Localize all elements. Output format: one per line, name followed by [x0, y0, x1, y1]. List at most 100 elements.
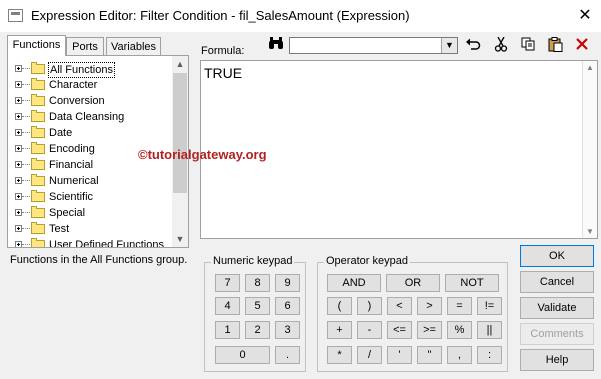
expand-icon[interactable]	[15, 177, 22, 184]
function-group-description: Functions in the All Functions group.	[10, 254, 188, 266]
key-not[interactable]: NOT	[445, 274, 499, 292]
tree-item-user-defined-functions[interactable]: User Defined Functions	[8, 237, 174, 248]
tree-item-label: Financial	[49, 159, 94, 171]
cancel-button[interactable]: Cancel	[520, 271, 594, 293]
key-4[interactable]: 4	[215, 297, 240, 315]
expand-icon[interactable]	[15, 129, 22, 136]
tab-functions[interactable]: Functions	[7, 35, 66, 56]
comments-button[interactable]: Comments	[520, 323, 594, 345]
chevron-down-icon[interactable]: ▼	[441, 38, 457, 53]
ok-button[interactable]: OK	[520, 245, 594, 267]
scroll-up-icon[interactable]: ▲	[583, 63, 597, 72]
tree-item-numerical[interactable]: Numerical	[8, 173, 174, 189]
key-divide[interactable]: /	[357, 346, 382, 364]
window-title: Expression Editor: Filter Condition - fi…	[31, 8, 410, 23]
key-decimal[interactable]: .	[275, 346, 300, 364]
key-colon[interactable]: :	[477, 346, 502, 364]
tree-item-label: User Defined Functions	[49, 239, 164, 248]
scrollbar-thumb[interactable]	[173, 73, 187, 193]
search-combo[interactable]: ▼	[289, 37, 458, 54]
folder-icon	[31, 78, 45, 90]
key-greater-equal[interactable]: >=	[417, 321, 442, 339]
expand-icon[interactable]	[15, 145, 22, 152]
formula-text[interactable]: TRUE	[204, 65, 242, 81]
key-and[interactable]: AND	[327, 274, 381, 292]
tree-item-label: Encoding	[49, 143, 95, 155]
scroll-down-icon[interactable]: ▼	[172, 231, 188, 247]
expand-icon[interactable]	[15, 113, 22, 120]
key-not-equals[interactable]: !=	[477, 297, 502, 315]
key-8[interactable]: 8	[245, 274, 270, 292]
tree-item-scientific[interactable]: Scientific	[8, 189, 174, 205]
key-double-quote[interactable]: "	[417, 346, 442, 364]
tree-item-test[interactable]: Test	[8, 221, 174, 237]
key-greater-than[interactable]: >	[417, 297, 442, 315]
key-less-than[interactable]: <	[387, 297, 412, 315]
folder-icon	[31, 142, 45, 154]
tree-item-data-cleansing[interactable]: Data Cleansing	[8, 109, 174, 125]
folder-icon	[31, 62, 45, 74]
key-less-equal[interactable]: <=	[387, 321, 412, 339]
key-or[interactable]: OR	[386, 274, 440, 292]
key-1[interactable]: 1	[215, 321, 240, 339]
expand-icon[interactable]	[15, 225, 22, 232]
delete-icon[interactable]	[572, 37, 592, 55]
scroll-up-icon[interactable]: ▲	[172, 56, 188, 72]
expand-icon[interactable]	[15, 161, 22, 168]
help-button[interactable]: Help	[520, 349, 594, 371]
copy-icon[interactable]	[518, 37, 538, 55]
expand-icon[interactable]	[15, 97, 22, 104]
key-concat[interactable]: ||	[477, 321, 502, 339]
operator-keypad-label: Operator keypad	[324, 255, 410, 267]
key-open-paren[interactable]: (	[327, 297, 352, 315]
tree-item-conversion[interactable]: Conversion	[8, 93, 174, 109]
tab-variables[interactable]: Variables	[106, 37, 161, 55]
watermark: ©tutorialgateway.org	[138, 147, 267, 162]
numeric-keypad-label: Numeric keypad	[211, 255, 295, 267]
key-single-quote[interactable]: '	[387, 346, 412, 364]
expand-icon[interactable]	[15, 241, 22, 247]
formula-scrollbar[interactable]: ▲ ▼	[582, 61, 597, 238]
key-5[interactable]: 5	[245, 297, 270, 315]
folder-icon	[31, 238, 45, 247]
tree-item-date[interactable]: Date	[8, 125, 174, 141]
folder-icon	[31, 222, 45, 234]
tree-item-label: Numerical	[49, 175, 99, 187]
folder-icon	[31, 190, 45, 202]
expand-icon[interactable]	[15, 209, 22, 216]
validate-button[interactable]: Validate	[520, 297, 594, 319]
key-equals[interactable]: =	[447, 297, 472, 315]
key-9[interactable]: 9	[275, 274, 300, 292]
tree-item-special[interactable]: Special	[8, 205, 174, 221]
cut-icon[interactable]	[491, 36, 511, 55]
key-plus[interactable]: +	[327, 321, 352, 339]
tree-item-label: Conversion	[49, 95, 105, 107]
scroll-down-icon[interactable]: ▼	[583, 227, 597, 236]
folder-icon	[31, 110, 45, 122]
key-6[interactable]: 6	[275, 297, 300, 315]
key-2[interactable]: 2	[245, 321, 270, 339]
close-icon[interactable]: ✕	[570, 2, 600, 30]
tab-ports[interactable]: Ports	[66, 37, 104, 55]
expand-icon[interactable]	[15, 193, 22, 200]
tree-item-label: Test	[49, 223, 70, 235]
paste-icon[interactable]	[545, 37, 565, 55]
key-comma[interactable]: ,	[447, 346, 472, 364]
key-0[interactable]: 0	[215, 346, 270, 364]
binoculars-icon[interactable]	[266, 37, 286, 55]
tree-item-label: Date	[49, 127, 73, 139]
key-minus[interactable]: -	[357, 321, 382, 339]
undo-icon[interactable]	[463, 37, 483, 55]
tree-item-character[interactable]: Character	[8, 77, 174, 93]
folder-icon	[31, 94, 45, 106]
key-close-paren[interactable]: )	[357, 297, 382, 315]
tree-item-all-functions[interactable]: All Functions	[8, 61, 174, 78]
tree-item-label: Special	[49, 207, 86, 219]
key-percent[interactable]: %	[447, 321, 472, 339]
tree-item-label: Data Cleansing	[49, 111, 125, 123]
key-multiply[interactable]: *	[327, 346, 352, 364]
key-7[interactable]: 7	[215, 274, 240, 292]
expand-icon[interactable]	[15, 81, 22, 88]
expand-icon[interactable]	[15, 65, 22, 72]
key-3[interactable]: 3	[275, 321, 300, 339]
